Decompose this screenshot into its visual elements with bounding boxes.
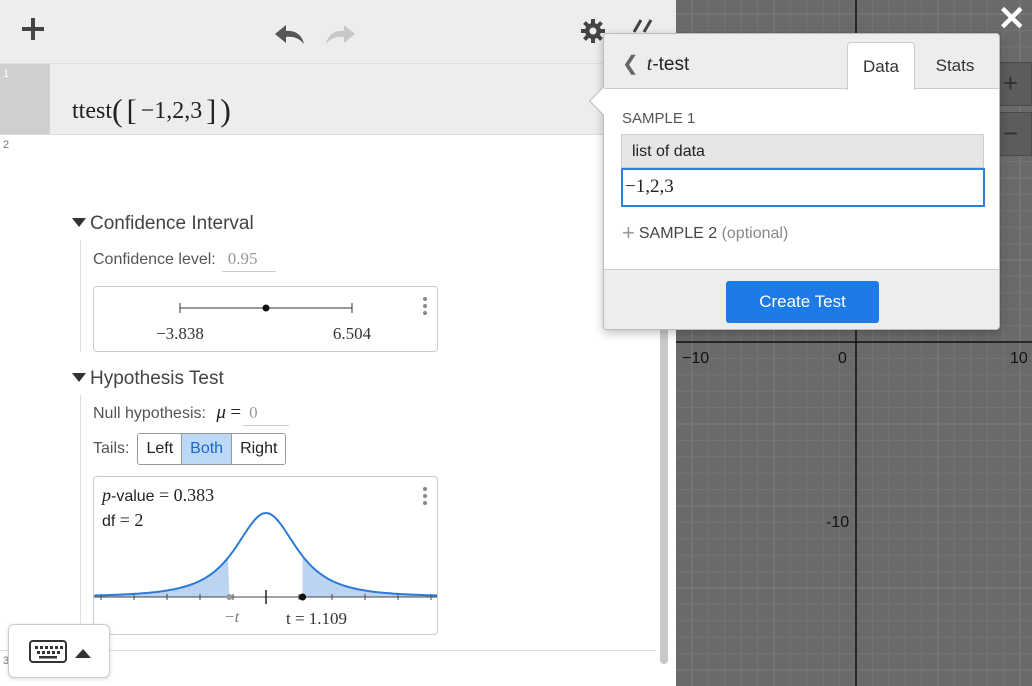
tab-stats[interactable]: Stats [922, 42, 988, 90]
sample-2-label: SAMPLE 2 [638, 225, 718, 242]
confidence-interval-toggle[interactable]: Confidence Interval [72, 213, 254, 235]
y-tick-label: -10 [826, 514, 850, 531]
equals-sign: = [230, 402, 242, 423]
neg-t-point [226, 594, 233, 600]
keyboard-icon [29, 640, 67, 663]
t-statistic-point [299, 593, 307, 601]
close-bracket: ] [206, 94, 217, 127]
add-sample-2-button[interactable]: + SAMPLE 2 (optional) [622, 220, 788, 246]
hypothesis-test-heading: Hypothesis Test [90, 368, 224, 389]
x-tick-label: 10 [1010, 350, 1028, 367]
keyboard-toggle-button[interactable] [8, 624, 110, 678]
create-test-button[interactable]: Create Test [726, 281, 879, 323]
more-options-icon[interactable] [423, 297, 427, 318]
interval-low-label: −3.838 [156, 324, 204, 343]
t-statistic-label: t = 1.109 [286, 609, 348, 628]
open-paren: ( [112, 92, 123, 128]
popover-header: ❮ t-test Data Stats [604, 34, 999, 90]
t-distribution-plot [94, 511, 437, 604]
tails-label: Tails: [93, 440, 130, 457]
plus-icon[interactable] [20, 16, 46, 48]
neg-t-label: −t [224, 609, 240, 626]
hypothesis-test-toggle[interactable]: Hypothesis Test [72, 368, 224, 390]
confidence-interval-heading: Confidence Interval [90, 213, 254, 234]
tails-row: Tails: Left Both Right [93, 433, 287, 465]
popover-title: ❮ t-test [622, 51, 689, 76]
tail-left-button[interactable]: Left [138, 434, 183, 464]
section-guide [80, 395, 81, 635]
sample-mean-point [262, 304, 270, 312]
ttest-expression[interactable]: ttest([−1,2,3]) [72, 92, 231, 129]
open-bracket: [ [126, 94, 137, 127]
chevron-left-icon[interactable]: ❮ [622, 53, 639, 75]
undo-icon[interactable] [274, 22, 308, 52]
confidence-level-row: Confidence level: 0.95 [93, 249, 276, 272]
close-icon[interactable]: ✕ [998, 2, 1027, 36]
tails-segmented-control: Left Both Right [137, 433, 287, 465]
sample-1-label: SAMPLE 1 [622, 110, 696, 127]
null-hypothesis-label: Null hypothesis: [93, 405, 206, 422]
null-hypothesis-input[interactable]: 0 [243, 403, 290, 426]
triangle-down-icon [72, 218, 86, 227]
confidence-level-input[interactable]: 0.95 [221, 249, 276, 272]
hypothesis-test-card: p-value = 0.383 df = 2 −t t = 1.109 [93, 476, 438, 635]
mu-symbol: μ [216, 402, 226, 423]
close-paren: ) [220, 92, 231, 128]
tail-both-button[interactable]: Both [182, 434, 233, 464]
tab-data[interactable]: Data [847, 42, 915, 90]
sample-1-input[interactable]: −1,2,3 [621, 168, 985, 207]
confidence-interval-card: −3.838 6.504 [93, 286, 438, 352]
confidence-interval-plot: −3.838 6.504 [156, 303, 372, 343]
function-name: ttest [72, 98, 112, 124]
null-hypothesis-row: Null hypothesis: μ = 0 [93, 402, 290, 426]
triangle-down-icon [72, 373, 86, 382]
more-options-icon[interactable] [423, 487, 427, 508]
ttest-popover: ❮ t-test Data Stats SAMPLE 1 list of data… [588, 33, 1000, 330]
tail-right-button[interactable]: Right [232, 434, 286, 464]
triangle-up-icon [75, 649, 91, 658]
redo-icon[interactable] [322, 22, 356, 52]
expression-index: 2 [0, 135, 50, 650]
title-rest: -test [652, 54, 690, 75]
expression-index: 1 [0, 64, 50, 134]
x-tick-label: 0 [838, 350, 847, 367]
plus-icon: + [622, 220, 635, 245]
x-tick-label: −10 [682, 350, 710, 367]
popover-footer: Create Test [604, 269, 999, 329]
data-list: −1,2,3 [140, 98, 203, 124]
sample-2-optional: (optional) [721, 225, 789, 242]
section-guide [80, 240, 81, 352]
t-density-curve [94, 511, 437, 597]
expression-toolbar [0, 0, 676, 64]
confidence-level-label: Confidence level: [93, 251, 216, 268]
column-header: list of data [621, 134, 984, 168]
interval-high-label: 6.504 [333, 324, 372, 343]
